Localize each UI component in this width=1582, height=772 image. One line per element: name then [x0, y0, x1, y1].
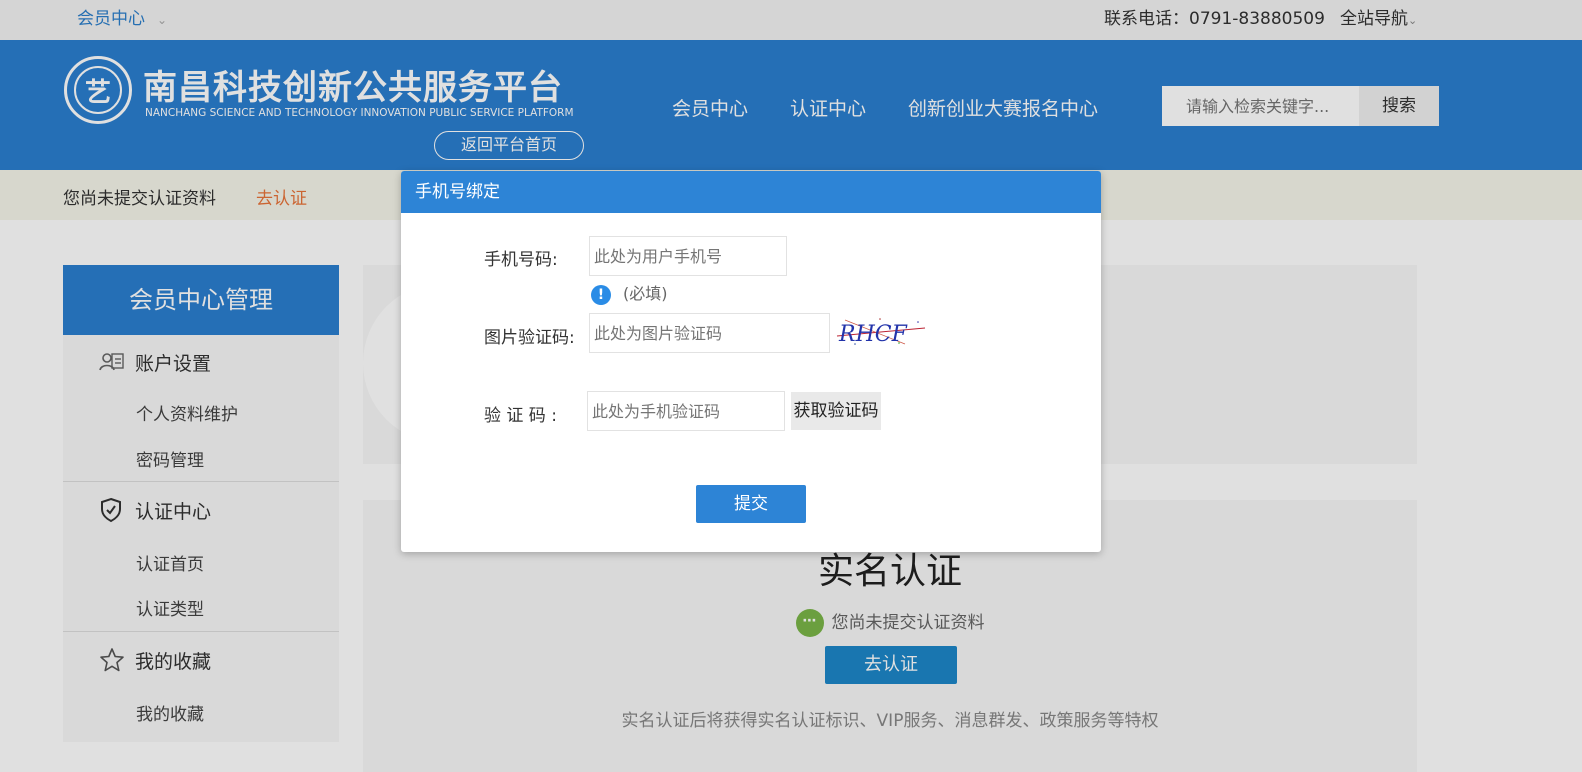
phone-label: 手机号码:	[484, 250, 558, 270]
captcha-text: RHCF	[838, 322, 908, 347]
captcha-image[interactable]: RHCF	[835, 314, 931, 350]
exclamation-icon: !	[591, 284, 611, 305]
sms-code-label: 验 证 码 :	[484, 406, 557, 426]
dialog-title: 手机号绑定	[401, 171, 1101, 213]
submit-button[interactable]: 提交	[696, 485, 806, 523]
get-sms-code-button[interactable]: 获取验证码	[791, 392, 881, 430]
captcha-label: 图片验证码:	[484, 328, 575, 348]
captcha-input[interactable]	[589, 313, 830, 353]
phone-input[interactable]	[589, 236, 787, 276]
sms-code-input[interactable]	[587, 391, 785, 431]
required-hint: ! (必填)	[591, 280, 668, 305]
phone-binding-dialog: 手机号绑定 手机号码: !(必填) 图片验证码: RHCF 验 证 码 : 获取…	[401, 171, 1101, 552]
